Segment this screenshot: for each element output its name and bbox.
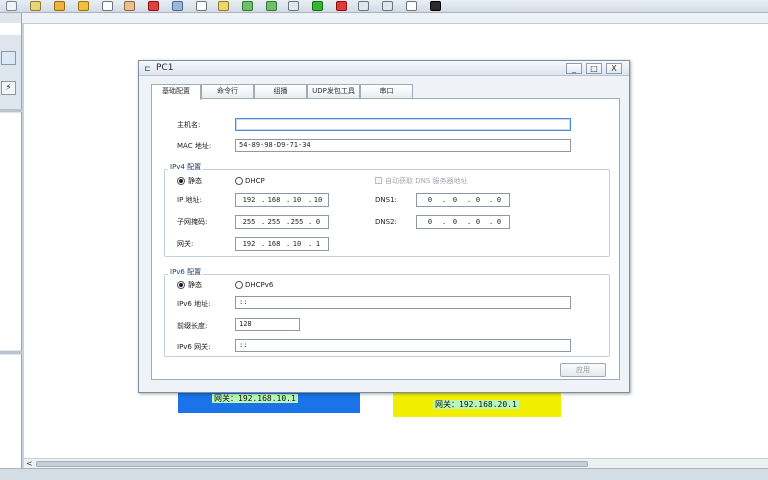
ip-address-input[interactable]: 192. 168. 10. 10 <box>235 193 329 207</box>
dialog-title: PC1 <box>156 63 174 73</box>
hostname-input[interactable] <box>235 118 571 131</box>
auto-dns-checkbox[interactable] <box>375 177 382 184</box>
gateway-input[interactable]: 192. 168. 10. 1 <box>235 237 329 251</box>
dns1-label: DNS1: <box>375 196 397 204</box>
pc2-gateway-label: 网关：192.168.20.1 <box>433 400 519 409</box>
tab-command-line[interactable]: 命令行 <box>201 84 254 99</box>
minimize-button[interactable]: _ <box>566 63 582 74</box>
pc1-gateway-label: 网关：192.168.10.1 <box>212 394 298 403</box>
dns2-input[interactable]: 0. 0. 0. 0 <box>416 215 510 229</box>
dns2-label: DNS2: <box>375 218 397 226</box>
dialog-titlebar[interactable]: ⊏ PC1 _ □ X <box>139 61 629 76</box>
ip-label: IP 地址: <box>177 196 202 204</box>
tab-udp-tool[interactable]: UDP发包工具 <box>307 84 360 99</box>
ipv6-address-input[interactable]: :: <box>235 296 571 309</box>
status-bar <box>0 468 768 480</box>
mac-label: MAC 地址: <box>177 142 212 150</box>
zoom-out-icon[interactable] <box>266 1 277 11</box>
zoom-icon[interactable] <box>172 1 183 11</box>
topology-icon[interactable] <box>382 1 393 11</box>
tab-serial[interactable]: 串口 <box>360 84 413 99</box>
horizontal-scrollbar[interactable]: < <box>24 458 768 468</box>
rect-icon[interactable] <box>218 1 229 11</box>
window-icon[interactable] <box>406 1 417 11</box>
zoom-in-icon[interactable] <box>242 1 253 11</box>
gateway-label: 网关: <box>177 240 194 248</box>
prefix-length-input[interactable]: 128 <box>235 318 300 331</box>
subnet-mask-label: 子网掩码: <box>177 218 208 226</box>
stop-icon[interactable] <box>336 1 347 11</box>
tab-basic-config[interactable]: 基础配置 <box>151 84 201 100</box>
scroll-left-arrow[interactable]: < <box>26 459 33 468</box>
apply-button[interactable]: 应用 <box>560 363 606 377</box>
ipv4-static-label: 静态 <box>188 177 202 185</box>
mac-field: 54-89-98-D9-71-34 <box>235 139 571 152</box>
ipv4-static-radio[interactable] <box>177 177 185 185</box>
prefix-length-label: 前缀长度: <box>177 322 208 330</box>
pc1-config-dialog: ⊏ PC1 _ □ X 基础配置 命令行 组播 UDP发包工具 串口 主机名: … <box>138 60 630 393</box>
ipv4-dhcp-label: DHCP <box>245 177 265 185</box>
save-icon[interactable] <box>30 1 41 11</box>
device-list-icon[interactable] <box>1 51 16 65</box>
select-icon[interactable] <box>102 1 113 11</box>
screenshot-icon[interactable] <box>430 1 441 11</box>
ipv6-gateway-label: IPv6 网关: <box>177 343 211 351</box>
scroll-thumb[interactable] <box>36 461 588 467</box>
dns1-input[interactable]: 0. 0. 0. 0 <box>416 193 510 207</box>
hostname-label: 主机名: <box>177 121 201 129</box>
tab-multicast[interactable]: 组播 <box>254 84 307 99</box>
main-toolbar <box>0 0 768 13</box>
close-button[interactable]: X <box>606 63 622 74</box>
ipv4-group-title: IPv4 配置 <box>168 163 204 172</box>
ipv4-dhcp-radio[interactable] <box>235 177 243 185</box>
fit-icon[interactable] <box>288 1 299 11</box>
new-icon[interactable] <box>6 1 17 11</box>
ipv6-group-title: IPv6 配置 <box>168 268 204 277</box>
left-panel: ⚡ <box>0 13 22 468</box>
ipv6-address-label: IPv6 地址: <box>177 300 211 308</box>
pc-icon: ⊏ <box>144 64 151 73</box>
canvas-header <box>22 13 768 24</box>
ipv6-dhcpv6-radio[interactable] <box>235 281 243 289</box>
redo-icon[interactable] <box>78 1 89 11</box>
text-icon[interactable] <box>196 1 207 11</box>
undo-icon[interactable] <box>54 1 65 11</box>
maximize-button[interactable]: □ <box>586 63 602 74</box>
basic-config-panel: 主机名: MAC 地址: 54-89-98-D9-71-34 IPv4 配置 静… <box>151 98 620 380</box>
delete-icon[interactable] <box>148 1 159 11</box>
subnet-mask-input[interactable]: 255. 255. 255. 0 <box>235 215 329 229</box>
ipv6-dhcpv6-label: DHCPv6 <box>245 281 274 289</box>
hand-icon[interactable] <box>124 1 135 11</box>
ipv6-gateway-input[interactable]: :: <box>235 339 571 352</box>
auto-dns-label: 自动获取 DNS 服务器地址 <box>385 177 468 185</box>
ipv6-static-label: 静态 <box>188 281 202 289</box>
capture-icon[interactable] <box>358 1 369 11</box>
start-icon[interactable] <box>312 1 323 11</box>
ipv6-static-radio[interactable] <box>177 281 185 289</box>
lightning-icon[interactable]: ⚡ <box>1 81 16 95</box>
